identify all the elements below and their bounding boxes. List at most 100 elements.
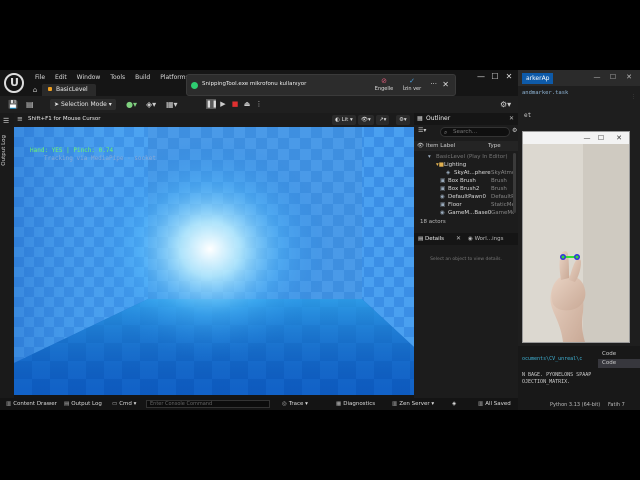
details-close-button[interactable]: ✕: [456, 233, 461, 245]
camera-speed-button[interactable]: ↗▾: [376, 115, 390, 125]
snipping-tool-notification: SnippingTool.exe mikrofonu kullanıyor ⊘ E…: [186, 74, 456, 96]
filter-icon[interactable]: ☰▾: [418, 127, 426, 134]
outliner-row-label: SkyAt...phere: [454, 170, 491, 176]
eject-button[interactable]: ⏏: [242, 99, 252, 109]
terminal-item-code[interactable]: Code: [598, 359, 640, 368]
camera-minimize-button[interactable]: —: [581, 132, 593, 144]
terminal-item-code[interactable]: Code: [598, 350, 640, 359]
menu-window[interactable]: Window: [72, 73, 106, 83]
actor-count: 18 actors: [420, 219, 446, 225]
status-right: Fatih 7: [608, 402, 625, 408]
level-viewport[interactable]: Hand: YES | Pinch: 0.74 Tracking via Med…: [14, 127, 414, 395]
menu-file[interactable]: File: [30, 73, 50, 83]
details-tabs: ▤ Details ✕ ◉ Worl...ings: [414, 233, 518, 245]
content-drawer-button[interactable]: ▥ Content Drawer: [6, 398, 57, 410]
python-version[interactable]: Python 3.13 (64-bit): [550, 400, 600, 410]
toggle-panel-icon[interactable]: ☰: [3, 117, 9, 125]
output-log-side-tab[interactable]: Output Log: [1, 135, 7, 166]
menu-edit[interactable]: Edit: [50, 73, 72, 83]
vscode-maximize-button[interactable]: ☐: [608, 72, 618, 83]
actor-icon: ▣: [440, 202, 446, 208]
vscode-titlebar: arkerAp — ☐ ✕: [518, 70, 640, 86]
output-log-button[interactable]: ▤ Output Log: [64, 398, 102, 410]
camera-close-button[interactable]: ✕: [613, 132, 625, 144]
vscode-line-number: ⋮: [631, 94, 636, 100]
side-panel-strip: ☰ Output Log: [0, 113, 14, 398]
blueprint-icon[interactable]: ◈▾: [146, 99, 156, 110]
vscode-tab[interactable]: arkerAp: [522, 73, 554, 84]
pause-button[interactable]: ❚❚: [206, 99, 218, 109]
skip-frame-button[interactable]: ▶: [218, 99, 228, 109]
source-control-icon[interactable]: ◈: [452, 398, 456, 410]
stop-button[interactable]: ■: [230, 99, 240, 109]
save-icon[interactable]: 💾: [8, 99, 18, 110]
lit-mode-button[interactable]: ◐ Lit ▾: [332, 115, 356, 125]
tab-basic-level[interactable]: BasicLevel: [42, 84, 96, 96]
viewport-settings-button[interactable]: ⚙▾: [396, 115, 410, 125]
outliner-row-label: Box Brush: [448, 178, 476, 184]
vscode-close-button[interactable]: ✕: [624, 72, 634, 83]
hand-image: [523, 144, 629, 342]
outliner-scrollbar[interactable]: [513, 153, 516, 213]
outliner-row-label: BasicLevel (Play In Editor): [436, 154, 508, 160]
ue-maximize-button[interactable]: ☐: [488, 72, 502, 82]
content-icon[interactable]: ▤: [26, 99, 34, 110]
tab-world-settings[interactable]: ◉ Worl...ings: [468, 233, 503, 245]
tab-details[interactable]: ▤ Details: [418, 233, 444, 245]
outliner-row[interactable]: ◉ DefaultPawn0 DefaultP: [414, 193, 514, 201]
diagnostics-icon: ▦: [336, 401, 342, 407]
visibility-icon[interactable]: 👁: [417, 141, 424, 151]
play-options-icon[interactable]: ⋮: [254, 99, 264, 109]
snipping-message: SnippingTool.exe mikrofonu kullanıyor: [202, 81, 307, 87]
show-flags-button[interactable]: 👁▾: [358, 115, 374, 125]
console-command-input[interactable]: Enter Console Command: [146, 400, 270, 408]
outliner-row[interactable]: ▾ BasicLevel (Play In Editor): [414, 153, 514, 161]
settings-icon[interactable]: ⚙▾: [500, 99, 511, 110]
block-button[interactable]: ⊘ Engelle: [373, 77, 395, 92]
outliner-row[interactable]: ▣ Box Brush Brush: [414, 177, 514, 185]
outliner-row[interactable]: ▣ Floor StaticMe: [414, 201, 514, 209]
outliner-row[interactable]: ▣ Box Brush2 Brush: [414, 185, 514, 193]
outliner-search-input[interactable]: ⌕ Search...: [440, 127, 510, 137]
zen-server-button[interactable]: ▥ Zen Server ▾: [392, 398, 434, 410]
vscode-minimize-button[interactable]: —: [592, 72, 602, 83]
ue-status-bar: ▥ Content Drawer ▤ Output Log ▭ Cmd ▾ Enter…: [0, 398, 518, 410]
outliner-close-button[interactable]: ✕: [509, 113, 514, 125]
expand-icon: ▾: [428, 154, 431, 160]
outliner-panel: ▦ Outliner ✕ ☰▾ ⌕ Search... ⚙ 👁 Item Lab…: [414, 113, 518, 233]
outliner-row[interactable]: ▾■ Lighting: [414, 161, 514, 169]
ue-level-tabs: ⌂ BasicLevel: [28, 84, 96, 96]
outliner-row-type: StaticMe: [491, 202, 514, 208]
outliner-settings-icon[interactable]: ⚙: [512, 127, 517, 134]
menu-tools[interactable]: Tools: [105, 73, 130, 83]
home-icon[interactable]: ⌂: [28, 86, 42, 94]
outliner-title: Outliner: [426, 115, 451, 122]
ue-main-toolbar: 💾 ▤ ➤ Selection Mode ▾ ●▾ ◈▾ ▦▾ ❚❚ ▶ ■ ⏏…: [0, 96, 518, 113]
menu-build[interactable]: Build: [130, 73, 155, 83]
snipping-close-button[interactable]: ✕: [442, 80, 449, 89]
cmd-dropdown[interactable]: ▭ Cmd ▾: [112, 398, 136, 410]
outliner-row[interactable]: ◉ GameM...Base0 GameMo: [414, 209, 514, 217]
outliner-row[interactable]: ◈ SkyAt...phere SkyAtmo: [414, 169, 514, 177]
all-saved-status[interactable]: ▥ All Saved: [478, 398, 511, 410]
trace-dropdown[interactable]: ◎ Trace ▾: [282, 398, 308, 410]
allow-button[interactable]: ✓ İzin ver: [401, 77, 423, 92]
selection-mode-dropdown[interactable]: ➤ Selection Mode ▾: [50, 99, 116, 110]
column-type[interactable]: Type: [488, 141, 501, 151]
more-options-icon[interactable]: ···: [430, 80, 437, 88]
ue-minimize-button[interactable]: —: [474, 72, 488, 82]
hamburger-icon[interactable]: ≡: [17, 115, 23, 123]
cinematics-icon[interactable]: ▦▾: [166, 99, 178, 110]
ue-close-button[interactable]: ✕: [502, 72, 516, 82]
camera-maximize-button[interactable]: ☐: [595, 132, 607, 144]
diagnostics-label: Diagnostics: [343, 401, 376, 407]
terminal-line: ocuments\CV_unreal\c: [522, 356, 583, 362]
outliner-row-type: SkyAtmo: [491, 170, 514, 176]
column-item-label[interactable]: Item Label: [426, 141, 455, 151]
details-empty-message: Select an object to view details.: [430, 257, 502, 262]
details-panel: ▤ Details ✕ ◉ Worl...ings Select an obje…: [414, 233, 518, 398]
lit-label: Lit: [341, 117, 349, 123]
add-actor-icon[interactable]: ●▾: [126, 99, 137, 110]
diagnostics-button[interactable]: ▦ Diagnostics: [336, 398, 375, 410]
actor-icon: ◉: [440, 210, 445, 216]
